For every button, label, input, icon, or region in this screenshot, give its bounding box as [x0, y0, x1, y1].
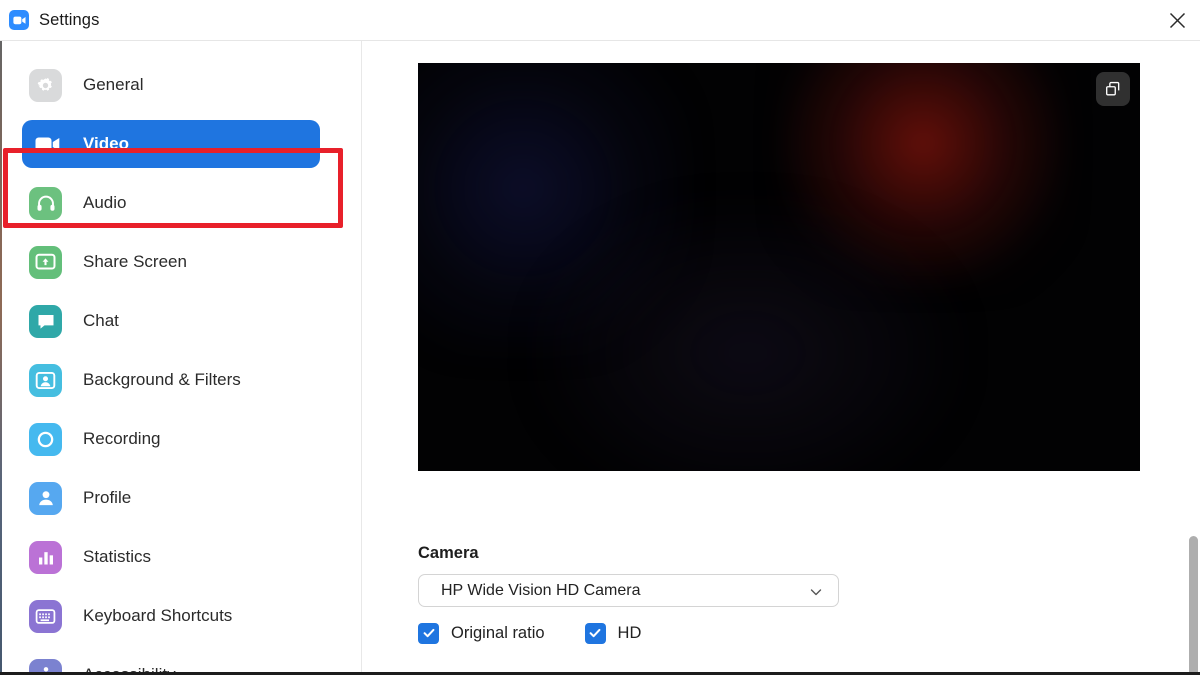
sidebar-item-statistics[interactable]: Statistics: [22, 533, 320, 581]
camera-select[interactable]: HP Wide Vision HD Camera: [418, 574, 839, 607]
chat-bubble-icon: [29, 304, 62, 338]
headphones-icon: [29, 186, 62, 220]
sidebar-item-label: Audio: [83, 193, 127, 212]
original-ratio-checkbox[interactable]: Original ratio: [418, 622, 545, 644]
sidebar-item-label: Video: [83, 134, 129, 153]
sidebar-item-share-screen[interactable]: Share Screen: [22, 238, 320, 286]
sidebar-item-label: Recording: [83, 429, 161, 448]
pop-out-preview-button[interactable]: [1096, 72, 1130, 106]
camera-section-heading: Camera: [418, 544, 479, 562]
title-bar: Settings: [0, 0, 1200, 41]
sidebar-item-background-filters[interactable]: Background & Filters: [22, 356, 320, 404]
camera-preview: [418, 63, 1140, 471]
zoom-camera-logo-icon: [9, 10, 29, 30]
settings-window: Settings General Video Audio Share Scree…: [0, 0, 1200, 675]
camera-select-value: HP Wide Vision HD Camera: [441, 581, 641, 599]
pop-out-icon: [1104, 80, 1122, 98]
sidebar-item-general[interactable]: General: [22, 61, 320, 109]
video-camera-icon: [32, 129, 62, 159]
sidebar-item-label: Share Screen: [83, 252, 187, 271]
sidebar-item-audio[interactable]: Audio: [22, 179, 320, 227]
preview-dim-glow: [538, 203, 958, 471]
sidebar-item-label: Background & Filters: [83, 370, 241, 389]
sidebar-item-label: Statistics: [83, 547, 152, 566]
recording-icon: [29, 422, 62, 456]
chevron-down-icon: [808, 584, 824, 600]
sidebar-item-video[interactable]: Video: [22, 120, 320, 168]
window-left-edge: [0, 41, 2, 675]
camera-options-row: Original ratio HD: [418, 622, 641, 644]
sidebar-item-keyboard-shortcuts[interactable]: Keyboard Shortcuts: [22, 592, 320, 640]
hd-checkbox[interactable]: HD: [584, 622, 642, 644]
keyboard-icon: [29, 599, 62, 633]
sidebar-item-label: Keyboard Shortcuts: [83, 606, 233, 625]
sidebar-item-label: Profile: [83, 488, 132, 507]
video-settings-panel: Camera HP Wide Vision HD Camera Original…: [363, 41, 1200, 675]
profile-person-icon: [29, 481, 62, 515]
content-scrollbar-track[interactable]: [1187, 41, 1200, 675]
share-screen-icon: [29, 245, 62, 279]
hd-label: HD: [617, 623, 642, 642]
content-scrollbar-thumb[interactable]: [1189, 536, 1198, 675]
close-window-button[interactable]: [1154, 0, 1200, 40]
sidebar-item-recording[interactable]: Recording: [22, 415, 320, 463]
background-filters-icon: [29, 363, 62, 397]
close-icon: [1169, 12, 1186, 29]
gear-icon: [29, 68, 62, 102]
window-title: Settings: [39, 10, 100, 29]
original-ratio-label: Original ratio: [451, 623, 545, 642]
checkmark-icon: [418, 622, 439, 644]
statistics-bars-icon: [29, 540, 62, 574]
sidebar-item-label: Chat: [83, 311, 119, 330]
settings-sidebar: General Video Audio Share Screen Chat Ba…: [0, 41, 362, 675]
sidebar-item-chat[interactable]: Chat: [22, 297, 320, 345]
sidebar-item-label: General: [83, 75, 144, 94]
sidebar-item-profile[interactable]: Profile: [22, 474, 320, 522]
checkmark-icon: [584, 622, 606, 644]
